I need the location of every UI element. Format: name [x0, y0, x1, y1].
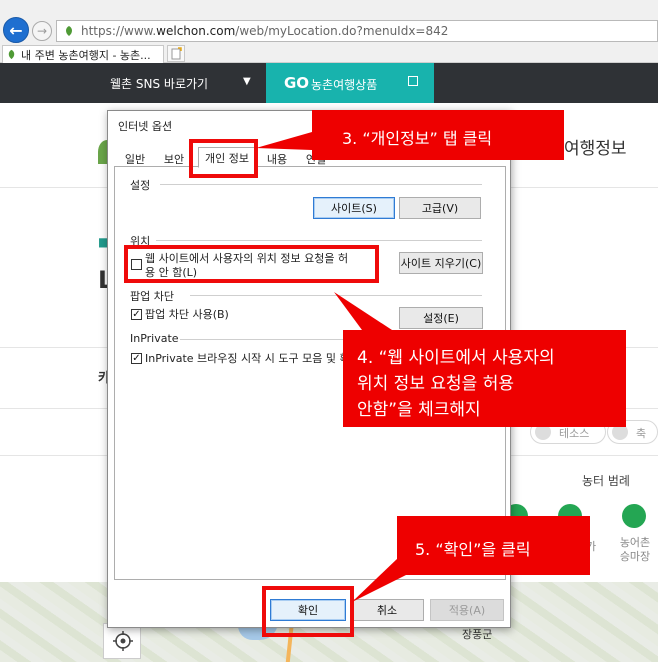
divider	[160, 184, 482, 185]
clear-sites-button[interactable]: 사이트 지우기(C)	[399, 252, 483, 274]
dialog-title: 인터넷 옵션	[118, 120, 173, 133]
popup-checkbox-label: 팝업 차단 사용(B)	[145, 308, 229, 321]
callout-step-3: 3. “개인정보” 탭 클릭	[312, 110, 564, 160]
tab-content[interactable]: 내용	[260, 149, 294, 167]
inprivate-checkbox[interactable]: ✓	[131, 353, 142, 364]
callout-step-5-text: 5. “확인”을 클릭	[415, 540, 531, 559]
back-arrow-icon[interactable]: ←	[3, 17, 29, 43]
locate-button[interactable]	[103, 623, 141, 659]
map-town-label: 장풍군	[462, 628, 493, 641]
sites-button[interactable]: 사이트(S)	[313, 197, 395, 219]
popup-section-label: 팝업 차단	[130, 290, 174, 303]
apply-button[interactable]: 적용(A)	[430, 599, 504, 621]
caret-down-icon[interactable]: ▼	[243, 76, 251, 87]
callout-step-5: 5. “확인”을 클릭	[397, 516, 590, 575]
farm-legend-title: 농터 범례	[582, 474, 630, 488]
callout-step-4: 4. “웹 사이트에서 사용자의 위치 정보 요청을 허용 안함”을 체크해지	[343, 330, 626, 427]
sns-link[interactable]: 웰촌 SNS 바로가기	[110, 75, 208, 92]
external-link-icon	[408, 76, 418, 86]
category-label: 농어촌 승마장	[619, 536, 651, 563]
cancel-button[interactable]: 취소	[350, 599, 424, 621]
inprivate-checkbox-label: InPrivate 브라우징 시작 시 도구 모음 및 확장	[145, 352, 360, 365]
callout-step-4-line1: 4. “웹 사이트에서 사용자의	[357, 348, 555, 368]
browser-chrome: ← → https://www.welchon.com/web/myLocati…	[0, 0, 658, 63]
menu-travel-info[interactable]: 여행정보	[564, 134, 627, 159]
new-tab-icon[interactable]	[167, 45, 185, 62]
site-favicon-icon	[66, 26, 72, 36]
go-travel-products-button[interactable]: GO 농촌여행상품	[266, 63, 434, 103]
address-url: https://www.welchon.com/web/myLocation.d…	[81, 24, 449, 38]
popup-checkbox[interactable]: ✓	[131, 309, 142, 320]
highlight-ok-button	[262, 586, 354, 637]
highlight-privacy-tab	[189, 139, 258, 178]
address-bar[interactable]: https://www.welchon.com/web/myLocation.d…	[56, 20, 658, 42]
inprivate-section-label: InPrivate	[130, 332, 179, 345]
forward-arrow-icon[interactable]: →	[32, 21, 52, 41]
highlight-location-checkbox	[124, 245, 379, 283]
tab-title: 내 주변 농촌여행지 - 농촌...	[21, 49, 151, 62]
advanced-button[interactable]: 고급(V)	[399, 197, 481, 219]
tab-favicon-icon	[8, 49, 15, 60]
travel-products-label: 농촌여행상품	[311, 78, 378, 92]
divider	[156, 240, 482, 241]
tab-general[interactable]: 일반	[118, 149, 152, 167]
callout-step-4-line2: 위치 정보 요청을 허용	[357, 374, 514, 394]
browser-tab[interactable]: 내 주변 농촌여행지 - 농촌...	[2, 45, 164, 63]
divider	[190, 295, 482, 296]
popup-settings-button[interactable]: 설정(E)	[399, 307, 483, 329]
go-label: GO	[284, 74, 310, 92]
callout-step-4-line3: 안함”을 체크해지	[357, 400, 481, 420]
settings-section-label: 설정	[130, 179, 151, 192]
horse-riding-icon[interactable]	[622, 504, 646, 528]
tab-security[interactable]: 보안	[156, 149, 192, 167]
callout-step-3-text: 3. “개인정보” 탭 클릭	[342, 129, 493, 148]
site-top-bar: 웰촌 SNS 바로가기 ▼ GO 농촌여행상품	[0, 63, 658, 103]
crosshair-icon	[113, 631, 133, 651]
